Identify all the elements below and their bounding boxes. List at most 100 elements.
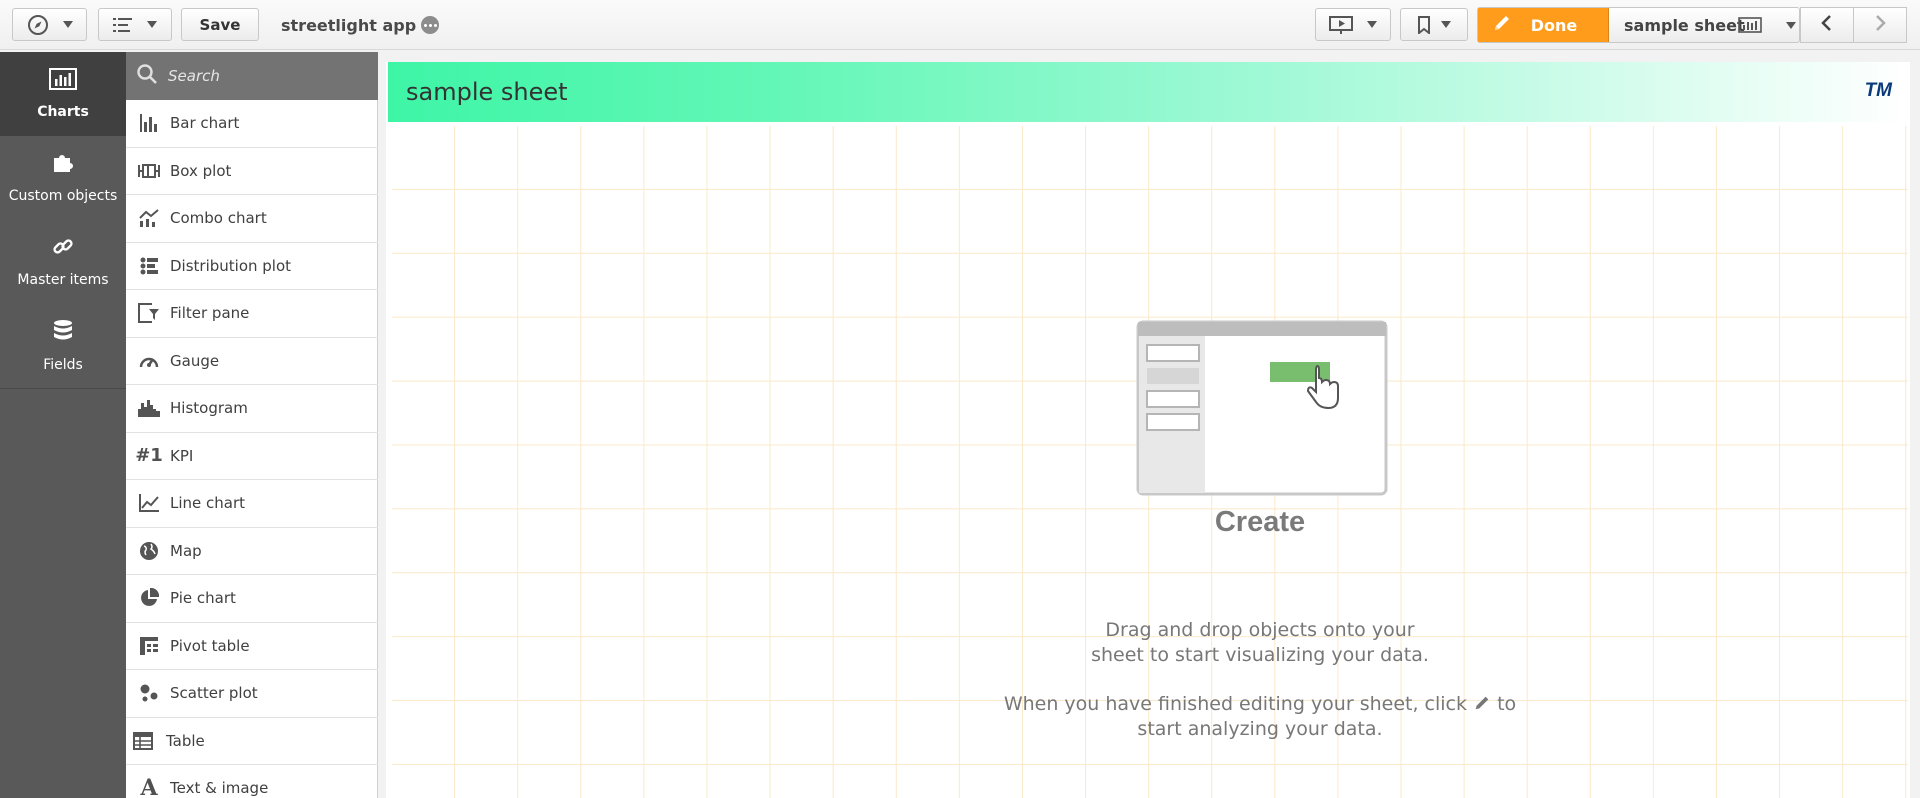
create-hint-text-a: When you have finished editing your shee… (1003, 693, 1468, 715)
list-item-map[interactable]: Map (126, 528, 378, 575)
list-item-combo-chart[interactable]: Combo chart (126, 195, 378, 243)
list-item-distribution-plot[interactable]: Distribution plot (126, 243, 378, 290)
rail-item-charts[interactable]: Charts (0, 52, 126, 136)
list-item-label: Line chart (170, 494, 246, 513)
rail-item-label: Custom objects (8, 188, 118, 204)
list-item-label: Bar chart (170, 114, 240, 133)
kpi-icon: #1 (135, 445, 163, 467)
logo-text: TM (1864, 80, 1892, 101)
line-chart-icon (132, 494, 166, 513)
sheet-thumbnail-icon (1738, 17, 1762, 37)
list-item-line-chart[interactable]: Line chart (126, 480, 378, 528)
list-item-text-image[interactable]: A Text & image (126, 765, 378, 798)
pencil-icon (1473, 693, 1491, 715)
text-image-icon: A (140, 775, 158, 798)
list-item-histogram[interactable]: Histogram (126, 385, 378, 433)
gauge-icon (132, 352, 166, 370)
list-item-filter-pane[interactable]: Filter pane (126, 290, 378, 338)
list-item-label: Box plot (170, 161, 232, 180)
list-item-label: KPI (170, 446, 194, 465)
rail-item-label: Master items (17, 272, 109, 288)
more-info-icon[interactable] (421, 16, 440, 34)
asset-rail: Charts Custom objects Master items Field… (0, 52, 126, 798)
list-item-label: Map (170, 541, 202, 560)
search-input[interactable] (168, 67, 358, 85)
list-item-label: Gauge (170, 351, 220, 370)
save-button[interactable]: Save (181, 8, 259, 41)
list-item-scatter-plot[interactable]: Scatter plot (126, 670, 378, 718)
previous-sheet-button[interactable] (1800, 7, 1854, 43)
done-label: Done (1530, 15, 1578, 35)
present-button[interactable] (1315, 8, 1391, 41)
table-icon (126, 731, 160, 750)
map-icon (132, 541, 166, 561)
chevron-down-icon (1367, 21, 1377, 28)
list-item-label: Filter pane (170, 304, 250, 323)
chevron-down-icon (147, 21, 157, 28)
list-item-table[interactable]: Table (126, 718, 378, 765)
pivot-table-icon (132, 636, 166, 656)
chevron-right-icon (1873, 14, 1887, 36)
chart-list: Bar chart Box plot Combo chart Distribut… (126, 100, 378, 798)
app-title: streetlight app (281, 0, 440, 50)
rail-divider (0, 388, 126, 389)
list-item-box-plot[interactable]: Box plot (126, 148, 378, 195)
list-item-label: Scatter plot (170, 684, 258, 703)
sheet-title[interactable]: sample sheet (406, 62, 568, 122)
list-item-gauge[interactable]: Gauge (126, 338, 378, 385)
list-item-pie-chart[interactable]: Pie chart (126, 575, 378, 623)
create-illustration-icon (1136, 320, 1388, 502)
box-plot-icon (132, 162, 166, 180)
presentation-icon (1329, 15, 1353, 35)
create-hint: When you have finished editing your shee… (998, 692, 1522, 742)
done-button[interactable]: Done (1478, 8, 1609, 42)
toolbar: Save streetlight app Done sample sheet (0, 0, 1920, 50)
list-item-label: Histogram (170, 399, 248, 418)
search-icon (126, 63, 158, 89)
chevron-down-icon (1441, 21, 1451, 28)
scatter-plot-icon (132, 683, 166, 703)
search-bar (126, 52, 378, 100)
filter-pane-icon (132, 303, 166, 324)
list-item-label: Text & image (170, 779, 269, 798)
bookmark-icon (1417, 15, 1431, 34)
rail-item-master-items[interactable]: Master items (0, 220, 126, 304)
bar-chart-icon (132, 114, 166, 133)
navigation-menu-button[interactable] (12, 8, 87, 41)
list-item-label: Table (166, 731, 205, 750)
list-item-label: Pivot table (170, 636, 250, 655)
rail-item-label: Fields (43, 357, 83, 373)
bar-chart-icon (49, 68, 77, 104)
create-instruction: Drag and drop objects onto your sheet to… (1091, 619, 1429, 666)
puzzle-icon (52, 152, 74, 188)
combo-chart-icon (132, 209, 166, 228)
list-item-pivot-table[interactable]: Pivot table (126, 623, 378, 670)
histogram-icon (132, 399, 166, 418)
chevron-down-icon (62, 21, 73, 28)
next-sheet-button[interactable] (1853, 7, 1907, 43)
global-menu-button[interactable] (98, 8, 172, 41)
rail-item-label: Charts (37, 104, 89, 120)
bookmark-button[interactable] (1400, 8, 1468, 41)
rail-item-custom-objects[interactable]: Custom objects (0, 136, 126, 220)
sheet-selector[interactable]: sample sheet (1624, 8, 1745, 42)
compass-icon (27, 14, 49, 36)
company-logo: TM (1865, 80, 1892, 102)
sheet-header: sample sheet TM (388, 62, 1908, 122)
pie-chart-icon (132, 588, 166, 608)
distribution-plot-icon (132, 257, 166, 275)
sheet-control-group: Done sample sheet (1477, 7, 1800, 43)
list-item-label: Combo chart (170, 209, 267, 228)
link-icon (52, 236, 74, 272)
app-title-text: streetlight app (281, 15, 417, 35)
list-item-label: Distribution plot (170, 256, 292, 275)
sheet-canvas: sample sheet TM Create Drag and drop obj… (386, 62, 1910, 798)
list-item-kpi[interactable]: #1 KPI (126, 433, 378, 480)
rail-item-fields[interactable]: Fields (0, 304, 126, 388)
sheet-name-text: sample sheet (1624, 15, 1745, 35)
chevron-down-icon[interactable] (1786, 22, 1796, 29)
list-icon (113, 17, 133, 33)
chevron-left-icon (1820, 14, 1834, 36)
list-item-label: Pie chart (170, 589, 236, 608)
list-item-bar-chart[interactable]: Bar chart (126, 100, 378, 148)
